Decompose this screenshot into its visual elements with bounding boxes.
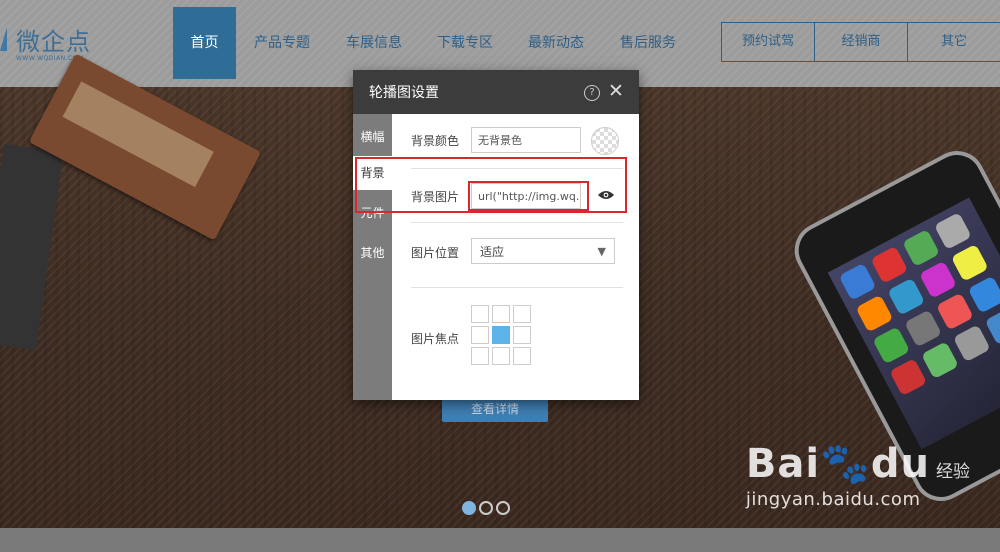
watermark-suffix: 经验 <box>936 462 970 482</box>
focus-cell[interactable] <box>513 305 531 323</box>
site-logo[interactable]: 微企点 WWW.WQDIAN.COM <box>0 22 110 68</box>
slide-dot-2[interactable] <box>479 501 493 515</box>
nav-auto-show[interactable]: 车展信息 <box>337 7 411 79</box>
img-position-label: 图片位置 <box>411 246 460 260</box>
img-position-select[interactable]: 适应 ▼ <box>471 238 615 264</box>
transparent-color-icon[interactable] <box>591 127 619 155</box>
test-drive-button[interactable]: 预约试驾 <box>721 22 815 62</box>
img-position-value: 适应 <box>480 245 505 259</box>
tab-other[interactable]: 其他 <box>353 236 392 270</box>
chevron-down-icon: ▼ <box>597 245 606 258</box>
logo-mark-icon <box>0 27 7 51</box>
focus-cell[interactable] <box>513 326 531 344</box>
slide-dot-1[interactable] <box>462 501 476 515</box>
watermark-url: jingyan.baidu.com <box>745 489 921 510</box>
tab-banner[interactable]: 横幅 <box>353 120 392 154</box>
dealer-button[interactable]: 经销商 <box>814 22 908 62</box>
nav-news[interactable]: 最新动态 <box>519 7 593 79</box>
divider <box>411 287 623 288</box>
other-button[interactable]: 其它 <box>907 22 1000 62</box>
notebook-image <box>0 143 64 351</box>
paw-icon: 🐾 <box>820 441 871 487</box>
watermark-brand: Bai <box>745 441 821 487</box>
carousel-settings-dialog: 轮播图设置 ? ✕ 横幅 背景 元件 其他 背景颜色 无背景色 背景图片 url… <box>353 70 639 400</box>
watermark-brand-2: du <box>870 441 930 487</box>
nav-products[interactable]: 产品专题 <box>245 7 319 79</box>
details-button[interactable]: 查看详情 <box>442 400 548 422</box>
help-icon[interactable]: ? <box>584 85 600 101</box>
baidu-watermark: Bai🐾du 经验 jingyan.baidu.com <box>746 440 970 510</box>
slide-dot-3[interactable] <box>496 501 510 515</box>
focus-label: 图片焦点 <box>411 332 460 346</box>
logo-text: 微企点 <box>16 28 91 56</box>
focus-point-grid <box>471 305 531 365</box>
bg-color-label: 背景颜色 <box>411 134 460 148</box>
nav-home[interactable]: 首页 <box>173 7 236 79</box>
focus-cell[interactable] <box>492 305 510 323</box>
focus-cell[interactable] <box>471 305 489 323</box>
dialog-title: 轮播图设置 <box>369 85 439 101</box>
bg-color-field[interactable]: 无背景色 <box>471 127 581 153</box>
close-icon[interactable]: ✕ <box>608 80 624 102</box>
bottom-strip <box>0 528 1000 552</box>
highlight-box-field <box>468 181 589 211</box>
focus-cell[interactable] <box>492 347 510 365</box>
divider <box>411 222 623 223</box>
focus-cell-selected[interactable] <box>492 326 510 344</box>
dialog-header: 轮播图设置 ? ✕ <box>353 70 639 114</box>
focus-cell[interactable] <box>471 347 489 365</box>
focus-cell[interactable] <box>513 347 531 365</box>
focus-cell[interactable] <box>471 326 489 344</box>
nav-downloads[interactable]: 下载专区 <box>428 7 502 79</box>
nav-after-sales[interactable]: 售后服务 <box>611 7 685 79</box>
slide-indicators <box>462 501 513 519</box>
